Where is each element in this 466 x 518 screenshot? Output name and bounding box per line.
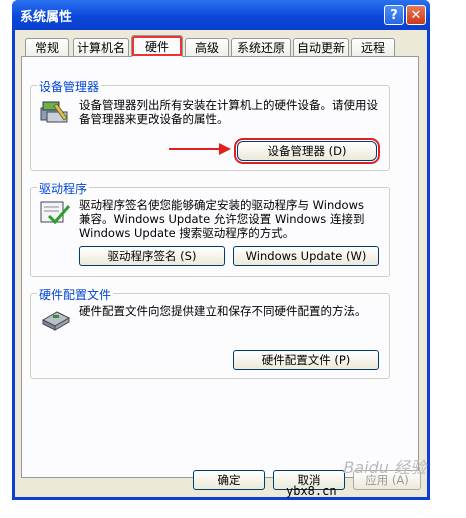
hardware-profiles-description: 硬件配置文件向您提供建立和保存不同硬件配置的方法。 <box>79 304 367 318</box>
tab-system-restore[interactable]: 系统还原 <box>231 38 291 56</box>
drivers-group: 驱动程序 驱动程序签名使您能够确定安装的驱动程序与 Windows 兼容。Win… <box>30 180 390 277</box>
driver-signing-icon <box>40 201 71 225</box>
device-manager-group: 设备管理器 设备管理器列出所有安装在计算机上的硬件设备。请使用设备管理器来更改设… <box>30 78 390 171</box>
close-button[interactable]: ✕ <box>406 5 426 25</box>
help-button[interactable]: ? <box>384 5 404 25</box>
device-manager-heading: 设备管理器 <box>37 78 102 95</box>
hardware-profiles-heading: 硬件配置文件 <box>37 286 114 303</box>
device-manager-button[interactable]: 设备管理器 (D) <box>234 138 380 164</box>
tab-computer-name[interactable]: 计算机名 <box>73 38 129 56</box>
hardware-profiles-button[interactable]: 硬件配置文件 (P) <box>233 350 379 370</box>
baidu-watermark: Baidu 经验 <box>343 458 426 477</box>
drivers-heading: 驱动程序 <box>37 180 90 197</box>
window-title: 系统属性 <box>20 10 73 25</box>
hardware-tab-panel: 设备管理器 设备管理器列出所有安装在计算机上的硬件设备。请使用设备管理器来更改设… <box>21 56 419 478</box>
tab-advanced[interactable]: 高级 <box>185 38 229 56</box>
ok-button[interactable]: 确定 <box>193 470 265 490</box>
system-properties-window: 系统属性 ? ✕ 常规 计算机名 硬件 高级 系统还原 自动更新 远程 设备管理… <box>12 0 430 500</box>
device-manager-icon <box>40 101 68 123</box>
drivers-description: 驱动程序签名使您能够确定安装的驱动程序与 Windows 兼容。Windows … <box>79 198 365 240</box>
tab-general[interactable]: 常规 <box>25 38 69 56</box>
site-watermark: ybx8.cn <box>286 484 337 498</box>
tab-remote[interactable]: 远程 <box>351 38 395 56</box>
dialog-client-area: 常规 计算机名 硬件 高级 系统还原 自动更新 远程 设备管理器 设备管理器列出… <box>15 30 427 497</box>
hardware-profiles-icon <box>41 311 71 331</box>
tab-automatic-updates[interactable]: 自动更新 <box>293 38 349 56</box>
title-bar[interactable]: 系统属性 ? ✕ <box>12 0 430 30</box>
driver-signing-button[interactable]: 驱动程序签名 (S) <box>79 246 225 266</box>
windows-update-button[interactable]: Windows Update (W) <box>233 246 379 266</box>
red-arrow-annotation <box>169 143 231 155</box>
device-manager-description: 设备管理器列出所有安装在计算机上的硬件设备。请使用设备管理器来更改设备的属性。 <box>79 98 378 126</box>
hardware-profiles-group: 硬件配置文件 硬件配置文件向您提供建立和保存不同硬件配置的方法。 硬件配置文件 … <box>30 286 390 379</box>
tab-hardware[interactable]: 硬件 <box>131 35 183 57</box>
